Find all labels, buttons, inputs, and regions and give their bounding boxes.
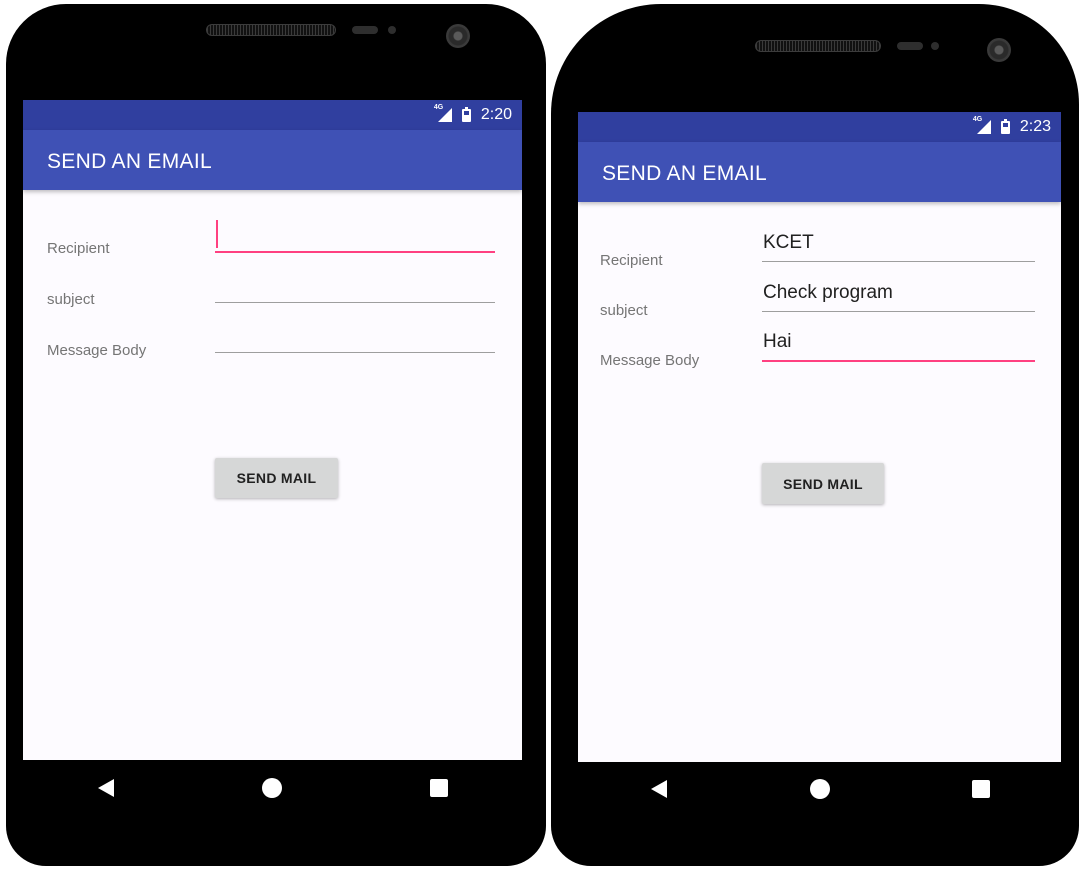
recipient-input[interactable]	[762, 228, 1035, 262]
subject-label: subject	[47, 291, 95, 308]
recipient-label: Recipient	[47, 240, 110, 257]
nav-home-button[interactable]	[790, 769, 850, 809]
nav-back-button[interactable]	[629, 769, 689, 809]
app-bar: SEND AN EMAIL	[23, 130, 522, 190]
phone-frame-left: 4G 2:20 SEND AN EMAIL Recipient subject …	[6, 4, 546, 866]
recent-apps-square-icon	[429, 779, 448, 797]
proximity-sensor	[897, 42, 923, 50]
screen-left: 4G 2:20 SEND AN EMAIL Recipient subject …	[23, 100, 522, 760]
front-camera	[446, 24, 470, 48]
home-circle-icon	[809, 779, 830, 799]
status-time: 2:23	[1019, 118, 1051, 135]
proximity-sensor	[352, 26, 378, 34]
battery-icon	[1000, 118, 1010, 134]
cell-signal-icon: 4G	[434, 104, 452, 122]
status-bar: 4G 2:23	[578, 112, 1061, 142]
earpiece-speaker	[206, 24, 336, 36]
app-title: SEND AN EMAIL	[47, 150, 212, 173]
nav-bar	[23, 760, 522, 816]
recipient-label: Recipient	[600, 252, 663, 269]
app-title: SEND AN EMAIL	[602, 162, 767, 185]
subject-input[interactable]	[762, 278, 1035, 312]
battery-icon	[461, 106, 471, 122]
front-camera	[987, 38, 1011, 62]
earpiece-speaker	[755, 40, 881, 52]
nav-recent-button[interactable]	[409, 768, 469, 808]
message-body-input[interactable]	[762, 328, 1035, 362]
message-body-label: Message Body	[600, 352, 700, 369]
subject-input[interactable]	[215, 270, 495, 303]
screen-right: 4G 2:23 SEND AN EMAIL Recipient subject …	[578, 112, 1061, 762]
phone-frame-right: 4G 2:23 SEND AN EMAIL Recipient subject …	[551, 4, 1079, 866]
recipient-input[interactable]	[215, 220, 495, 253]
message-body-label: Message Body	[47, 342, 147, 359]
send-mail-button[interactable]: SEND MAIL	[215, 458, 338, 498]
nav-back-button[interactable]	[76, 768, 136, 808]
status-time: 2:20	[480, 106, 512, 123]
nav-home-button[interactable]	[242, 768, 302, 808]
nav-recent-button[interactable]	[951, 769, 1011, 809]
back-triangle-icon	[650, 780, 667, 798]
send-mail-button[interactable]: SEND MAIL	[762, 463, 884, 504]
message-body-input[interactable]	[215, 320, 495, 353]
light-sensor	[931, 42, 939, 50]
app-bar: SEND AN EMAIL	[578, 142, 1061, 202]
home-circle-icon	[262, 778, 283, 798]
recent-apps-square-icon	[971, 780, 990, 798]
back-triangle-icon	[98, 779, 115, 797]
status-bar: 4G 2:20	[23, 100, 522, 130]
nav-bar	[578, 762, 1061, 816]
cell-signal-icon: 4G	[973, 116, 991, 134]
light-sensor	[388, 26, 396, 34]
subject-label: subject	[600, 302, 648, 319]
